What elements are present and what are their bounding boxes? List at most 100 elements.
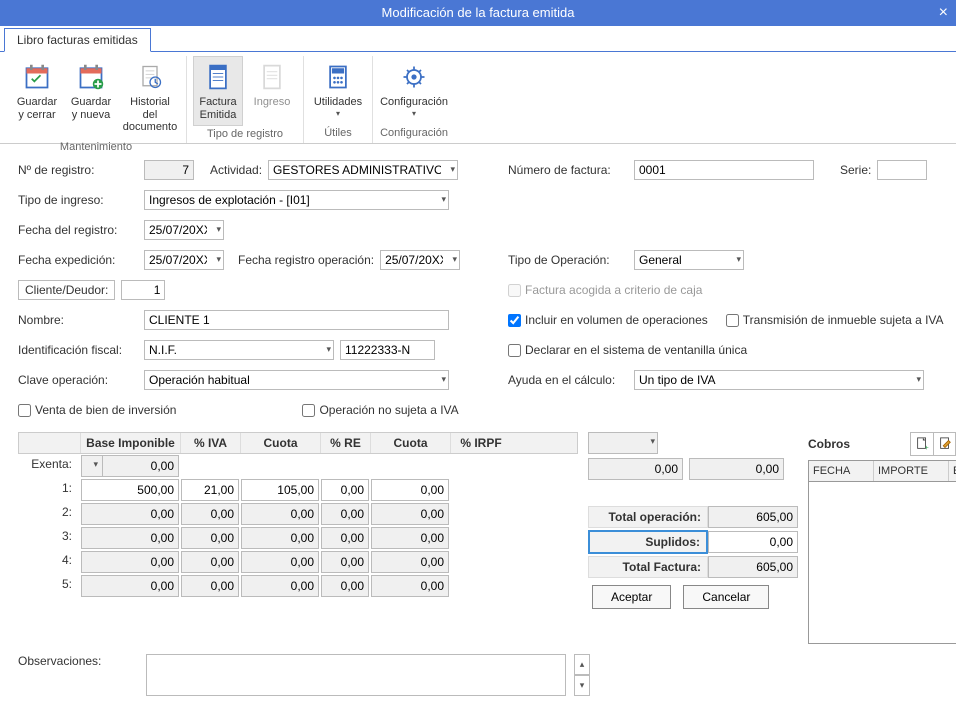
cuota-field[interactable]: [241, 551, 319, 573]
cancelar-button[interactable]: Cancelar: [683, 585, 769, 609]
base-field[interactable]: [81, 479, 179, 501]
cliente-button[interactable]: Cliente/Deudor:: [18, 280, 115, 300]
ayuda-calc-label: Ayuda en el cálculo:: [508, 373, 628, 387]
close-icon[interactable]: ×: [939, 0, 948, 26]
nombre-field[interactable]: [144, 310, 449, 330]
incluir-vol-checkbox[interactable]: [508, 314, 521, 327]
iva-field[interactable]: [181, 503, 239, 525]
cobros-table: FECHA IMPORTE E: [808, 460, 956, 644]
row-label: 1:: [18, 478, 80, 502]
id-fiscal-num-field[interactable]: [340, 340, 435, 360]
scroll-down-icon[interactable]: ▾: [574, 675, 590, 696]
iva-field[interactable]: [181, 551, 239, 573]
criterio-caja-checkbox[interactable]: [508, 284, 521, 297]
cuota-field[interactable]: [241, 479, 319, 501]
id-fiscal-tipo-select[interactable]: [144, 340, 334, 360]
cuota2-field[interactable]: [371, 575, 449, 597]
base-field[interactable]: [81, 527, 179, 549]
re-field[interactable]: [321, 503, 369, 525]
form-area: Nº de registro: Actividad: ▾ Número de f…: [0, 144, 956, 432]
total-fact-value: [708, 556, 798, 578]
configuracion-button[interactable]: Configuración ▾: [379, 56, 449, 123]
irpf-base: [588, 458, 683, 480]
fecha-registro-field[interactable]: [144, 220, 224, 240]
ventanilla-label: Declarar en el sistema de ventanilla úni…: [525, 343, 747, 357]
ayuda-calc-select[interactable]: [634, 370, 924, 390]
base-field[interactable]: [81, 575, 179, 597]
tipo-ingreso-select[interactable]: [144, 190, 449, 210]
iva-field[interactable]: [181, 479, 239, 501]
exenta-type-select[interactable]: [81, 455, 103, 477]
fecha-reg-op-field[interactable]: [380, 250, 460, 270]
aceptar-button[interactable]: Aceptar: [592, 585, 671, 609]
row-label: 4:: [18, 550, 80, 574]
iva-area: Base Imponible % IVA Cuota % RE Cuota % …: [0, 432, 956, 644]
fecha-registro-label: Fecha del registro:: [18, 223, 138, 237]
iva-row: 5:: [18, 574, 578, 598]
scroll-up-icon[interactable]: ▴: [574, 654, 590, 675]
nregistro-field: [144, 160, 194, 180]
ribbon: Guardar y cerrar Guardar y nueva Histori…: [0, 52, 956, 144]
fecha-exp-field[interactable]: [144, 250, 224, 270]
cuota2-field[interactable]: [371, 479, 449, 501]
venta-inv-checkbox[interactable]: [18, 404, 31, 417]
suplidos-field[interactable]: [708, 531, 798, 553]
calculator-icon: [322, 61, 354, 93]
ribbon-group-label: Configuración: [380, 125, 448, 143]
re-field[interactable]: [321, 479, 369, 501]
base-field[interactable]: [81, 503, 179, 525]
cuota-field[interactable]: [241, 575, 319, 597]
col-cuota2: Cuota: [371, 433, 451, 453]
cobros-panel: Cobros + FECHA IMPORTE E: [808, 432, 956, 644]
ribbon-group-label: Útiles: [324, 125, 352, 143]
cuota-field[interactable]: [241, 527, 319, 549]
row-exenta: Exenta: ▾: [18, 454, 578, 478]
cuota2-field[interactable]: [371, 503, 449, 525]
nfactura-label: Número de factura:: [508, 163, 628, 177]
nregistro-label: Nº de registro:: [18, 163, 138, 177]
col-iva: % IVA: [181, 433, 241, 453]
cliente-field[interactable]: [121, 280, 165, 300]
fecha-exp-label: Fecha expedición:: [18, 253, 138, 267]
tipo-op-label: Tipo de Operación:: [508, 253, 628, 267]
historial-button[interactable]: Historial del documento: [120, 56, 180, 139]
total-op-value: [708, 506, 798, 528]
cuota2-field[interactable]: [371, 551, 449, 573]
svg-text:+: +: [925, 445, 929, 451]
guardar-cerrar-button[interactable]: Guardar y cerrar: [12, 56, 62, 126]
utilidades-button[interactable]: Utilidades ▾: [310, 56, 366, 123]
re-field[interactable]: [321, 527, 369, 549]
venta-inv-label: Venta de bien de inversión: [35, 403, 176, 417]
cuota-field[interactable]: [241, 503, 319, 525]
tab-libro-facturas[interactable]: Libro facturas emitidas: [4, 28, 151, 52]
actividad-select[interactable]: [268, 160, 458, 180]
op-no-iva-checkbox[interactable]: [302, 404, 315, 417]
iva-field[interactable]: [181, 527, 239, 549]
obs-label: Observaciones:: [18, 654, 138, 668]
cuota2-field[interactable]: [371, 527, 449, 549]
guardar-nueva-button[interactable]: Guardar y nueva: [66, 56, 116, 126]
re-field[interactable]: [321, 575, 369, 597]
clave-op-select[interactable]: [144, 370, 449, 390]
ingreso-button[interactable]: Ingreso: [247, 56, 297, 114]
tipo-op-select[interactable]: [634, 250, 744, 270]
col-base: Base Imponible: [81, 433, 181, 453]
ventanilla-checkbox[interactable]: [508, 344, 521, 357]
irpf-pct-select[interactable]: [588, 432, 658, 454]
row-label: 2:: [18, 502, 80, 526]
ribbon-group-mantenimiento: Guardar y cerrar Guardar y nueva Histori…: [6, 56, 187, 143]
iva-field[interactable]: [181, 575, 239, 597]
factura-emitida-button[interactable]: Factura Emitida: [193, 56, 243, 126]
new-doc-icon[interactable]: +: [911, 433, 933, 455]
base-field[interactable]: [81, 551, 179, 573]
window-title: Modificación de la factura emitida: [382, 5, 575, 20]
nfactura-field[interactable]: [634, 160, 814, 180]
clave-op-label: Clave operación:: [18, 373, 138, 387]
re-field[interactable]: [321, 551, 369, 573]
serie-field[interactable]: [877, 160, 927, 180]
transm-inm-checkbox[interactable]: [726, 314, 739, 327]
criterio-caja-label: Factura acogida a criterio de caja: [525, 283, 702, 297]
edit-doc-icon[interactable]: [933, 433, 955, 455]
obs-field[interactable]: [146, 654, 566, 696]
serie-label: Serie:: [840, 163, 871, 177]
